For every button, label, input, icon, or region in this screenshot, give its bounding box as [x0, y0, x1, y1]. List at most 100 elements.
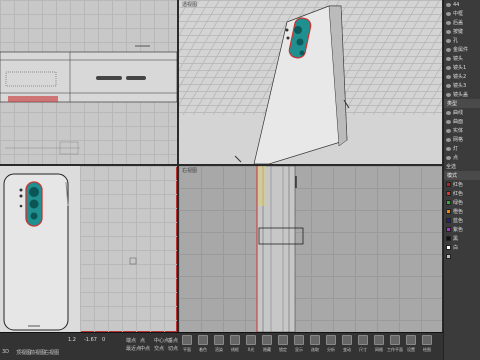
tool-label: 工作平面: [387, 347, 403, 352]
color-swatch-row[interactable]: 橙色: [444, 207, 480, 216]
eye-icon[interactable]: [446, 137, 451, 142]
eye-icon[interactable]: [446, 128, 451, 133]
eye-icon[interactable]: [446, 47, 451, 52]
color-swatch[interactable]: [446, 245, 451, 250]
viewport-top[interactable]: [0, 0, 177, 164]
tool-button[interactable]: 平面: [180, 335, 194, 359]
viewport-tab[interactable]: 顶视图: [16, 349, 31, 356]
tool-button[interactable]: 锁定: [276, 335, 290, 359]
color-swatch[interactable]: [446, 254, 451, 259]
layer-label: 镜头3: [453, 83, 467, 89]
color-swatch-row[interactable]: 绿色: [444, 198, 480, 207]
front-view-phone: [3, 173, 137, 331]
tool-button[interactable]: 着色: [196, 335, 210, 359]
eye-icon[interactable]: [446, 92, 451, 97]
viewport-tab[interactable]: 3D: [2, 349, 9, 355]
viewport-front[interactable]: [0, 166, 177, 332]
type-item[interactable]: 点: [444, 153, 480, 162]
tool-button[interactable]: 绘图: [420, 335, 434, 359]
color-swatch-row[interactable]: 蓝色: [444, 216, 480, 225]
snap-toggle[interactable]: 中心点: [154, 337, 169, 344]
layer-item[interactable]: 金属件: [444, 45, 480, 54]
tool-button[interactable]: 工作平面: [387, 335, 403, 359]
eye-icon[interactable]: [446, 65, 451, 70]
color-swatch-row[interactable]: 紫色: [444, 225, 480, 234]
color-swatch[interactable]: [446, 200, 451, 205]
swatch-label: 红色: [453, 182, 464, 188]
layer-item[interactable]: 中框: [444, 9, 480, 18]
layer-item[interactable]: 孔: [444, 36, 480, 45]
tool-button[interactable]: 尺寸: [356, 335, 370, 359]
type-item[interactable]: 实体: [444, 126, 480, 135]
color-swatch-row[interactable]: 红色: [444, 189, 480, 198]
snap-toggle[interactable]: 垂点: [168, 337, 178, 344]
eye-icon[interactable]: [446, 38, 451, 43]
layer-item[interactable]: 后盖: [444, 18, 480, 27]
snap-toggle[interactable]: 交点: [154, 345, 164, 352]
tool-label: 选取: [311, 347, 319, 352]
layer-item[interactable]: 44: [444, 0, 480, 9]
color-swatch[interactable]: [446, 218, 451, 223]
layer-item[interactable]: 按键: [444, 27, 480, 36]
type-item[interactable]: 网格: [444, 135, 480, 144]
color-swatch-row[interactable]: 红色: [444, 180, 480, 189]
layer-item[interactable]: 镜头2: [444, 72, 480, 81]
snap-toggle[interactable]: 点: [140, 337, 145, 344]
viewport-right[interactable]: 右视图: [179, 166, 442, 332]
color-swatch[interactable]: [446, 236, 451, 241]
eye-icon[interactable]: [446, 146, 451, 151]
tool-button[interactable]: 变动: [340, 335, 354, 359]
layer-label: 镜头: [453, 56, 464, 62]
eye-icon[interactable]: [446, 119, 451, 124]
eye-icon[interactable]: [446, 74, 451, 79]
color-swatch[interactable]: [446, 182, 451, 187]
select-all-button[interactable]: 全选: [444, 162, 480, 171]
tool-icon: [214, 335, 224, 345]
tool-button[interactable]: 设置: [404, 335, 418, 359]
eye-icon[interactable]: [446, 110, 451, 115]
color-swatch-row[interactable]: [444, 252, 480, 261]
layer-item[interactable]: 镜头: [444, 54, 480, 63]
tool-button[interactable]: 网格: [372, 335, 386, 359]
eye-icon[interactable]: [446, 29, 451, 34]
eye-icon[interactable]: [446, 11, 451, 16]
tool-button[interactable]: 隐藏: [260, 335, 274, 359]
top-view-geometry: [0, 45, 177, 155]
tool-button[interactable]: 分析: [324, 335, 338, 359]
tool-button[interactable]: 选取: [308, 335, 322, 359]
viewport-tab[interactable]: 前视图: [30, 349, 45, 356]
color-swatch-row[interactable]: 白: [444, 243, 480, 252]
tool-icon: [246, 335, 256, 345]
snap-toggle[interactable]: 最近点: [126, 345, 141, 352]
color-swatch[interactable]: [446, 209, 451, 214]
type-item[interactable]: 曲线: [444, 108, 480, 117]
eye-icon[interactable]: [446, 83, 451, 88]
snap-toggle[interactable]: 切点: [168, 345, 178, 352]
eye-icon[interactable]: [446, 155, 451, 160]
type-item[interactable]: 灯: [444, 144, 480, 153]
tool-icon: [278, 335, 288, 345]
color-swatch[interactable]: [446, 227, 451, 232]
color-swatch-row[interactable]: 黑: [444, 234, 480, 243]
eye-icon[interactable]: [446, 2, 451, 7]
tool-icon: [230, 335, 240, 345]
color-swatch[interactable]: [446, 191, 451, 196]
viewport-perspective[interactable]: 透视图: [179, 0, 442, 164]
tool-button[interactable]: X光: [244, 335, 258, 359]
layer-label: 孔: [453, 38, 459, 44]
eye-icon[interactable]: [446, 56, 451, 61]
layer-item[interactable]: 镜头盖: [444, 90, 480, 99]
viewport-tab[interactable]: 右视图: [44, 349, 59, 356]
viewport-right-title: 右视图: [182, 168, 198, 174]
layer-item[interactable]: 镜头1: [444, 63, 480, 72]
tool-icon: [390, 335, 400, 345]
tool-button[interactable]: 线框: [228, 335, 242, 359]
tool-button[interactable]: 渲染: [212, 335, 226, 359]
layer-item[interactable]: 镜头3: [444, 81, 480, 90]
eye-icon[interactable]: [446, 20, 451, 25]
snap-toggle[interactable]: 端点: [126, 337, 136, 344]
right-view-geometry: [256, 166, 304, 332]
snap-toggle[interactable]: 中点: [140, 345, 150, 352]
type-item[interactable]: 曲面: [444, 117, 480, 126]
tool-button[interactable]: 显示: [292, 335, 306, 359]
